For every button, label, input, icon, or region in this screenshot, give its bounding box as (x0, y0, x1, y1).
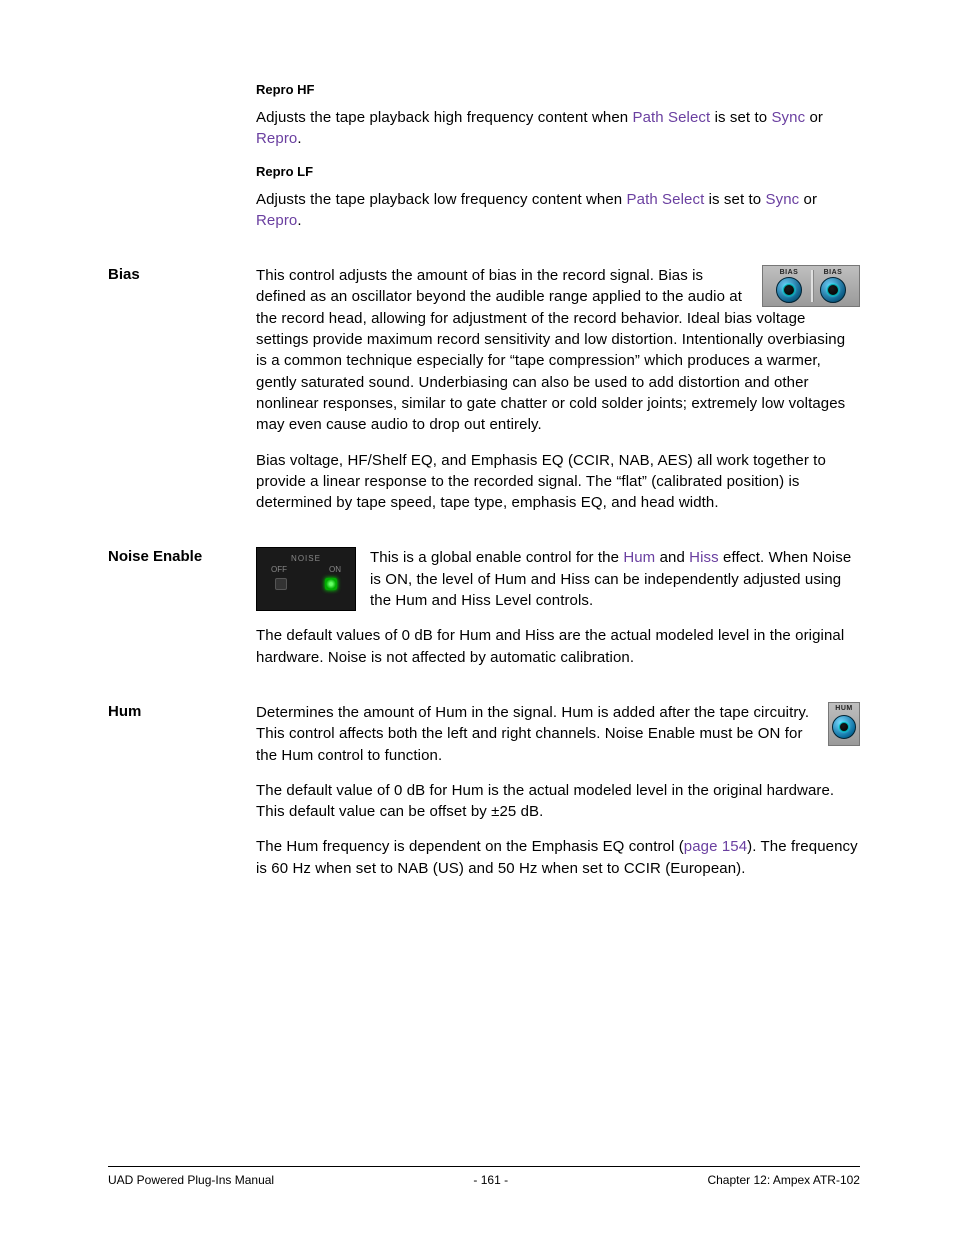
hum-label: Hum (108, 702, 256, 720)
bias-knob-icon (820, 277, 846, 303)
bias-knob-label-left: BIAS (780, 269, 799, 276)
footer-chapter-title: Chapter 12: Ampex ATR-102 (707, 1173, 860, 1187)
xref-sync[interactable]: Sync (765, 191, 799, 208)
xref-hum[interactable]: Hum (623, 549, 655, 566)
repro-lf-paragraph: Adjusts the tape playback low frequency … (256, 189, 860, 232)
noise-on-label: ON (329, 565, 341, 574)
noise-enable-label: Noise Enable (108, 547, 256, 565)
hum-knob-figure: HUM (828, 702, 860, 746)
xref-path-select[interactable]: Path Select (627, 191, 705, 208)
noise-on-led-icon (325, 578, 337, 590)
xref-sync[interactable]: Sync (771, 109, 805, 126)
xref-path-select[interactable]: Path Select (632, 109, 710, 126)
bias-label: Bias (108, 265, 256, 283)
bias-knob-label-right: BIAS (824, 269, 843, 276)
hum-paragraph-2: The default value of 0 dB for Hum is the… (256, 780, 860, 823)
footer-manual-title: UAD Powered Plug-Ins Manual (108, 1173, 274, 1187)
repro-hf-paragraph: Adjusts the tape playback high frequency… (256, 107, 860, 150)
xref-repro[interactable]: Repro (256, 212, 297, 229)
bias-paragraph-2: Bias voltage, HF/Shelf EQ, and Emphasis … (256, 450, 860, 514)
page-footer: UAD Powered Plug-Ins Manual - 161 - Chap… (108, 1166, 860, 1187)
repro-lf-heading: Repro LF (256, 164, 860, 179)
hum-knob-icon (832, 715, 856, 739)
repro-hf-heading: Repro HF (256, 82, 860, 97)
bias-knob-icon (776, 277, 802, 303)
manual-page: Repro HF Adjusts the tape playback high … (0, 0, 954, 1235)
xref-repro[interactable]: Repro (256, 130, 297, 147)
noise-switch-figure: NOISE OFF ON (256, 547, 356, 611)
xref-page-154[interactable]: page 154 (684, 838, 747, 855)
hum-paragraph-1: Determines the amount of Hum in the sign… (256, 702, 860, 766)
xref-hiss[interactable]: Hiss (689, 549, 719, 566)
bias-knob-figure: BIAS BIAS (762, 265, 860, 307)
footer-page-number: - 161 - (473, 1173, 508, 1187)
hum-knob-label: HUM (835, 705, 852, 712)
noise-paragraph-2: The default values of 0 dB for Hum and H… (256, 625, 860, 668)
noise-off-label: OFF (271, 565, 287, 574)
noise-off-led-icon (275, 578, 287, 590)
noise-figure-title: NOISE (257, 554, 355, 563)
hum-paragraph-3: The Hum frequency is dependent on the Em… (256, 836, 860, 879)
